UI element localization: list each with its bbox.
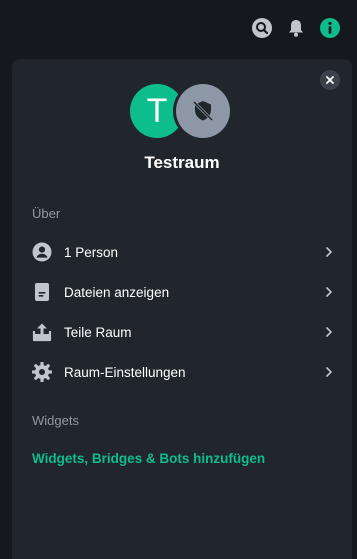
room-settings-item[interactable]: Raum-Einstellungen (32, 358, 334, 386)
chevron-right-icon (324, 367, 334, 377)
files-item[interactable]: Dateien anzeigen (32, 278, 334, 306)
close-button[interactable] (320, 70, 340, 90)
add-widgets-link[interactable]: Widgets, Bridges & Bots hinzufügen (32, 451, 265, 466)
share-icon (32, 322, 52, 342)
bell-icon (289, 20, 303, 37)
chevron-right-icon (324, 327, 334, 337)
share-room-label: Teile Raum (64, 324, 132, 340)
room-info-button[interactable] (319, 17, 341, 39)
encryption-avatar (176, 84, 230, 138)
room-settings-label: Raum-Einstellungen (64, 364, 186, 380)
shield-off-icon (192, 100, 214, 122)
settings-icon (32, 362, 52, 382)
search-icon (252, 18, 272, 38)
share-room-item[interactable]: Teile Raum (32, 318, 334, 346)
info-icon (320, 18, 340, 38)
files-label: Dateien anzeigen (64, 284, 170, 300)
room-info-panel: T Testraum Über 1 Person Dateien anzeige… (12, 59, 352, 559)
search-button[interactable] (251, 17, 273, 39)
close-icon (326, 76, 334, 84)
chevron-right-icon (324, 247, 334, 257)
room-name: Testraum (144, 153, 220, 172)
widgets-heading: Widgets (32, 413, 79, 428)
about-heading: Über (32, 206, 61, 221)
room-avatar-group: T (130, 84, 232, 140)
people-item[interactable]: 1 Person (32, 238, 334, 266)
notifications-button[interactable] (285, 17, 307, 39)
people-label: 1 Person (64, 244, 119, 260)
person-icon (32, 242, 52, 262)
file-icon (32, 282, 52, 302)
room-header-toolbar (0, 0, 357, 56)
chevron-right-icon (324, 287, 334, 297)
